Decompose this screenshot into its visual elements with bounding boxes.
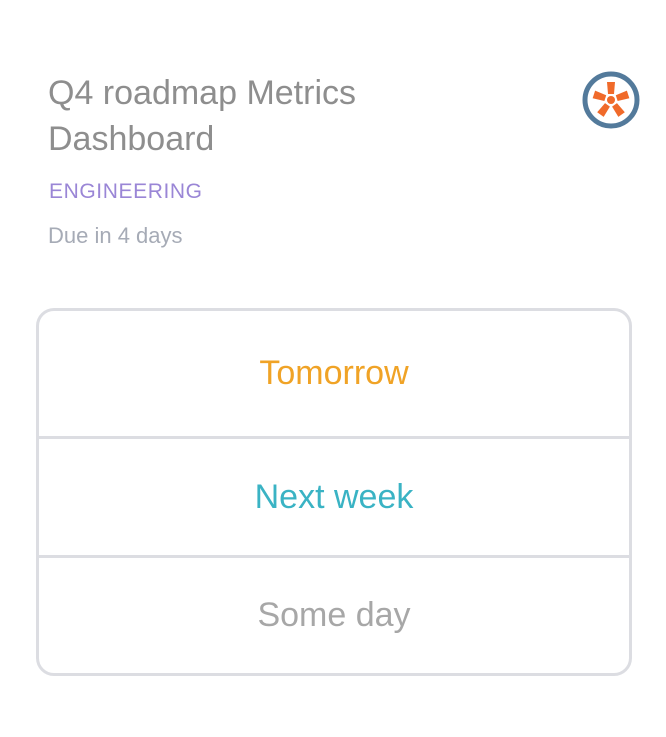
- due-date: Due in 4 days: [48, 223, 183, 248]
- task-title: Q4 roadmap Metrics Dashboard: [48, 74, 356, 158]
- task-category: ENGINEERING: [49, 180, 203, 203]
- avatar[interactable]: [582, 71, 640, 129]
- tomorrow-button[interactable]: Tomorrow: [39, 311, 629, 436]
- some-day-button[interactable]: Some day: [39, 558, 629, 673]
- reschedule-options: Tomorrow Next week Some day: [36, 308, 632, 676]
- orange-asterisk-logo-icon: [582, 71, 640, 129]
- next-week-button[interactable]: Next week: [39, 439, 629, 555]
